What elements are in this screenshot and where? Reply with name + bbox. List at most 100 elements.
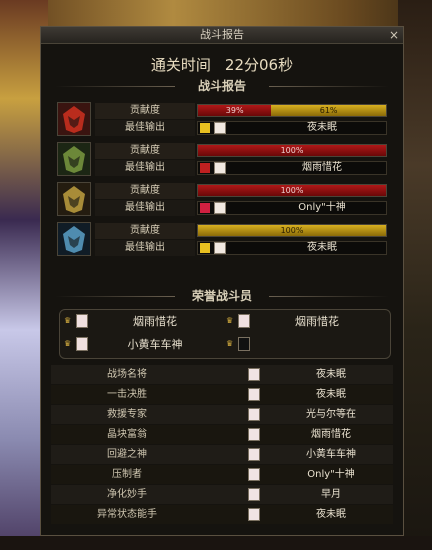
contribution-label: 贡献度	[95, 143, 195, 159]
player-list: 贡献度 最佳输出 39% 61% 夜未眠 贡献度 最佳输出 100% 烟雨惜花 贡献度 最佳输出 10…	[57, 102, 391, 262]
contribution-label: 贡献度	[95, 103, 195, 119]
contribution-label: 贡献度	[95, 223, 195, 239]
player-row: 贡献度 最佳输出 100% Only"十神	[57, 182, 391, 217]
contribution-segment: 100%	[198, 225, 386, 236]
award-avatar-icon	[248, 448, 260, 461]
clear-time-value: 22分06秒	[224, 56, 294, 74]
battle-report-heading: 战斗报告	[197, 79, 246, 93]
gold-warrior-icon	[57, 182, 91, 216]
honor-avatar-icon	[76, 314, 88, 328]
close-icon[interactable]: ×	[389, 27, 399, 43]
award-winner-name: 光与尔等在	[306, 409, 356, 420]
award-title: 回避之神	[107, 449, 147, 460]
honor-member: ♛ 烟雨惜花	[222, 313, 382, 333]
award-row: 回避之神 小黄车车神	[51, 445, 393, 464]
player-row: 贡献度 最佳输出 100% 夜未眠	[57, 222, 391, 257]
award-title: 异常状态能手	[97, 509, 157, 520]
award-title: 一击决胜	[107, 389, 147, 400]
background-scene-bottom	[0, 536, 432, 550]
best-output-name: 烟雨惜花	[302, 162, 342, 173]
crown-icon: ♛	[64, 339, 72, 348]
window-titlebar: 战斗报告 ×	[41, 27, 403, 44]
contribution-bar: 100%	[197, 224, 387, 237]
best-output-row: Only"十神	[197, 201, 387, 215]
character-avatar-icon	[214, 122, 226, 134]
skill-icon	[200, 203, 210, 213]
crown-icon: ♛	[226, 316, 234, 325]
award-winner-name: 夜未眠	[316, 389, 346, 400]
award-title: 晶块富翁	[107, 429, 147, 440]
honor-member-name: 烟雨惜花	[295, 315, 339, 328]
contribution-segment: 100%	[198, 185, 386, 196]
contribution-segment: 39%	[198, 105, 272, 116]
contribution-label: 贡献度	[95, 183, 195, 199]
award-row: 救援专家 光与尔等在	[51, 405, 393, 424]
contribution-bar: 100%	[197, 144, 387, 157]
award-avatar-icon	[248, 408, 260, 421]
blue-warrior-icon	[57, 222, 91, 256]
award-winner-name: 烟雨惜花	[311, 429, 351, 440]
best-output-row: 烟雨惜花	[197, 161, 387, 175]
award-row: 晶块富翁 烟雨惜花	[51, 425, 393, 444]
best-output-row: 夜未眠	[197, 121, 387, 135]
window-title: 战斗报告	[200, 28, 244, 41]
skill-icon	[200, 123, 210, 133]
honor-avatar-icon	[76, 337, 88, 351]
crown-icon: ♛	[64, 316, 72, 325]
best-output-label: 最佳输出	[95, 200, 195, 216]
award-row: 战场名将 夜未眠	[51, 365, 393, 384]
character-avatar-icon	[214, 162, 226, 174]
contribution-bar: 100%	[197, 184, 387, 197]
clear-time-label: 通关时间	[150, 56, 211, 74]
award-row: 净化妙手 早月	[51, 485, 393, 504]
honor-avatar-icon	[238, 337, 250, 351]
battle-report-header: 战斗报告	[41, 78, 403, 94]
background-scene-top	[0, 0, 432, 26]
character-avatar-icon	[214, 202, 226, 214]
honor-member: ♛ 烟雨惜花	[60, 313, 220, 333]
award-avatar-icon	[248, 388, 260, 401]
award-avatar-icon	[248, 428, 260, 441]
best-output-label: 最佳输出	[95, 160, 195, 176]
award-row: 异常状态能手 夜未眠	[51, 505, 393, 524]
best-output-row: 夜未眠	[197, 241, 387, 255]
crown-icon: ♛	[226, 339, 234, 348]
honor-avatar-icon	[238, 314, 250, 328]
best-output-name: 夜未眠	[307, 122, 337, 133]
honor-member: ♛	[222, 336, 382, 356]
award-winner-name: 夜未眠	[316, 509, 346, 520]
award-title: 净化妙手	[107, 489, 147, 500]
best-output-name: Only"十神	[298, 202, 346, 213]
award-avatar-icon	[248, 468, 260, 481]
contribution-bar: 39% 61%	[197, 104, 387, 117]
honor-header: 荣誉战斗员	[41, 288, 403, 304]
best-output-label: 最佳输出	[95, 240, 195, 256]
character-avatar-icon	[214, 242, 226, 254]
best-output-label: 最佳输出	[95, 120, 195, 136]
award-winner-name: Only"十神	[307, 469, 355, 480]
award-row: 压制者 Only"十神	[51, 465, 393, 484]
honor-member-name: 小黄车车神	[127, 338, 183, 351]
honor-member-name: 烟雨惜花	[133, 315, 177, 328]
award-title: 压制者	[112, 469, 142, 480]
player-row: 贡献度 最佳输出 100% 烟雨惜花	[57, 142, 391, 177]
honor-heading: 荣誉战斗员	[191, 289, 252, 303]
skill-icon	[200, 243, 210, 253]
award-avatar-icon	[248, 368, 260, 381]
award-title: 救援专家	[107, 409, 147, 420]
best-output-name: 夜未眠	[307, 242, 337, 253]
battle-report-window: 战斗报告 × 通关时间 22分06秒 战斗报告 贡献度 最佳输出 39% 61% 夜未眠贡…	[40, 26, 404, 536]
award-winner-name: 早月	[321, 489, 341, 500]
award-avatar-icon	[248, 488, 260, 501]
award-title: 战场名将	[107, 369, 147, 380]
honor-box: ♛ 烟雨惜花 ♛ 烟雨惜花 ♛ 小黄车车神 ♛	[59, 309, 391, 359]
award-row: 一击决胜 夜未眠	[51, 385, 393, 404]
player-row: 贡献度 最佳输出 39% 61% 夜未眠	[57, 102, 391, 137]
green-warrior-icon	[57, 142, 91, 176]
red-warrior-icon	[57, 102, 91, 136]
skill-icon	[200, 163, 210, 173]
honor-member: ♛ 小黄车车神	[60, 336, 220, 356]
contribution-segment: 61%	[271, 105, 386, 116]
clear-time: 通关时间 22分06秒	[41, 54, 403, 76]
award-winner-name: 小黄车车神	[306, 449, 356, 460]
